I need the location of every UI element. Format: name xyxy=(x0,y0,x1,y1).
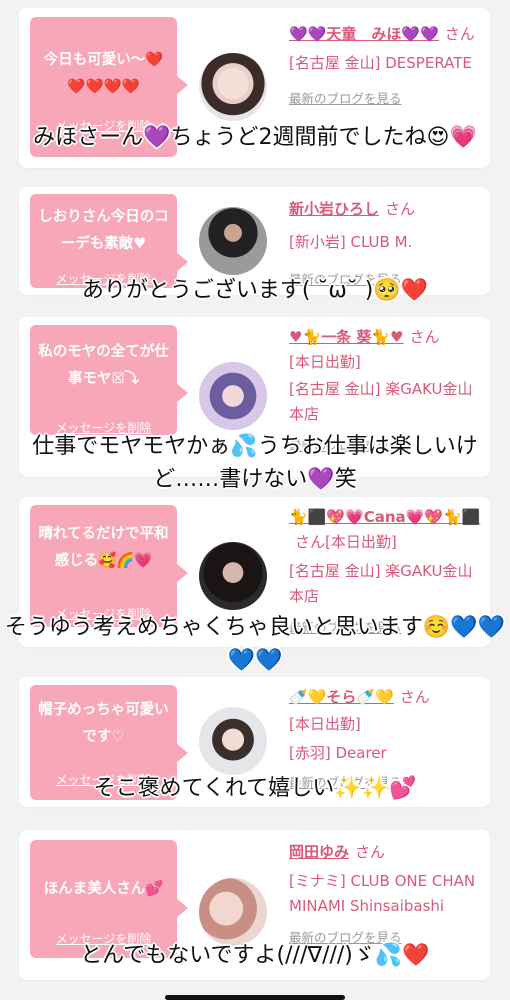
avatar[interactable] xyxy=(199,707,267,775)
reply-text: とんでもないですよ(///∇///)ゞ💦❤️ xyxy=(80,943,430,968)
message-text: 私のモヤの全てが仕事モヤ☒⤵ xyxy=(38,344,169,387)
message-text: しおりさん今日のコーデも素敵♥ xyxy=(38,209,169,252)
message-bubble: 私のモヤの全てが仕事モヤ☒⤵ メッセージを削除 xyxy=(30,325,188,435)
avatar[interactable] xyxy=(199,207,267,275)
sender-name[interactable]: 🍼💛そら🍼💛 xyxy=(289,688,394,706)
avatar[interactable] xyxy=(199,542,267,610)
honorific: さん xyxy=(444,25,475,43)
home-indicator[interactable] xyxy=(165,995,345,1000)
status-tag: [本日出勤] xyxy=(289,353,361,371)
honorific: さん xyxy=(409,328,440,346)
shop-name: [赤羽] Dearer xyxy=(289,744,387,762)
reply-text: そこ褒めてくれて嬉しい✨✨💕 xyxy=(93,776,417,801)
shop-name: [名古屋 金山] 楽GAKU金山本店 xyxy=(289,562,473,605)
sender-name[interactable]: ♥🐈一条 葵🐈♥ xyxy=(289,328,403,346)
shop-name: [ミナミ] CLUB ONE CHAN MINAMI Shinsaibashi xyxy=(289,872,476,915)
message-bubble: 晴れてるだけで平和感じる🥰🌈💗 メッセージを削除 xyxy=(30,505,188,627)
blog-link[interactable]: 最新のブログを見る xyxy=(289,88,485,107)
honorific: さん xyxy=(399,688,430,706)
sender-name[interactable]: 💜💜天童 みほ💜💜 xyxy=(289,25,439,43)
reply-text: 仕事でモヤモヤかぁ💦うちお仕事は楽しいけど……書けない💜笑 xyxy=(32,434,478,492)
message-text: 帽子めっちゃ可愛いです♡ xyxy=(38,702,169,745)
status-tag: [本日出勤] xyxy=(325,533,397,551)
sender-info: 岡田ゆみ さん [ミナミ] CLUB ONE CHAN MINAMI Shinsa… xyxy=(289,840,485,946)
honorific: さん xyxy=(295,533,326,551)
avatar[interactable] xyxy=(199,362,267,430)
reply-text: そうゆう考えめちゃくちゃ良いと思います☺️💙💙💙💙 xyxy=(4,615,506,673)
reply-text: みほさーん💜ちょうど2週間前でしたね😍💗 xyxy=(33,125,477,150)
sender-name[interactable]: 新小岩ひろし xyxy=(289,200,379,218)
message-text: 今日も可愛い〜❤️❤️❤️❤️❤️ xyxy=(43,52,164,95)
sender-name[interactable]: 岡田ゆみ xyxy=(289,843,349,861)
shop-name: [名古屋 金山] DESPERATE xyxy=(289,54,472,72)
honorific: さん xyxy=(355,843,386,861)
reply-text: ありがとうございます( ˘ω˘ )🥺❤️ xyxy=(81,278,429,303)
sender-info: 💜💜天童 みほ💜💜 さん [名古屋 金山] DESPERATE 最新のブログを見る xyxy=(289,22,485,107)
sender-name[interactable]: 🐈⬛💖💗Cana💗💖🐈⬛ xyxy=(289,508,480,526)
avatar[interactable] xyxy=(199,53,267,121)
honorific: さん xyxy=(385,200,416,218)
message-text: ほんま美人さん💕 xyxy=(43,881,164,897)
avatar[interactable] xyxy=(199,878,267,946)
shop-name: [名古屋 金山] 楽GAKU金山本店 xyxy=(289,380,473,423)
message-text: 晴れてるだけで平和感じる🥰🌈💗 xyxy=(38,526,169,569)
shop-name: [新小岩] CLUB M. xyxy=(289,233,413,251)
status-tag: [本日出勤] xyxy=(289,715,361,733)
